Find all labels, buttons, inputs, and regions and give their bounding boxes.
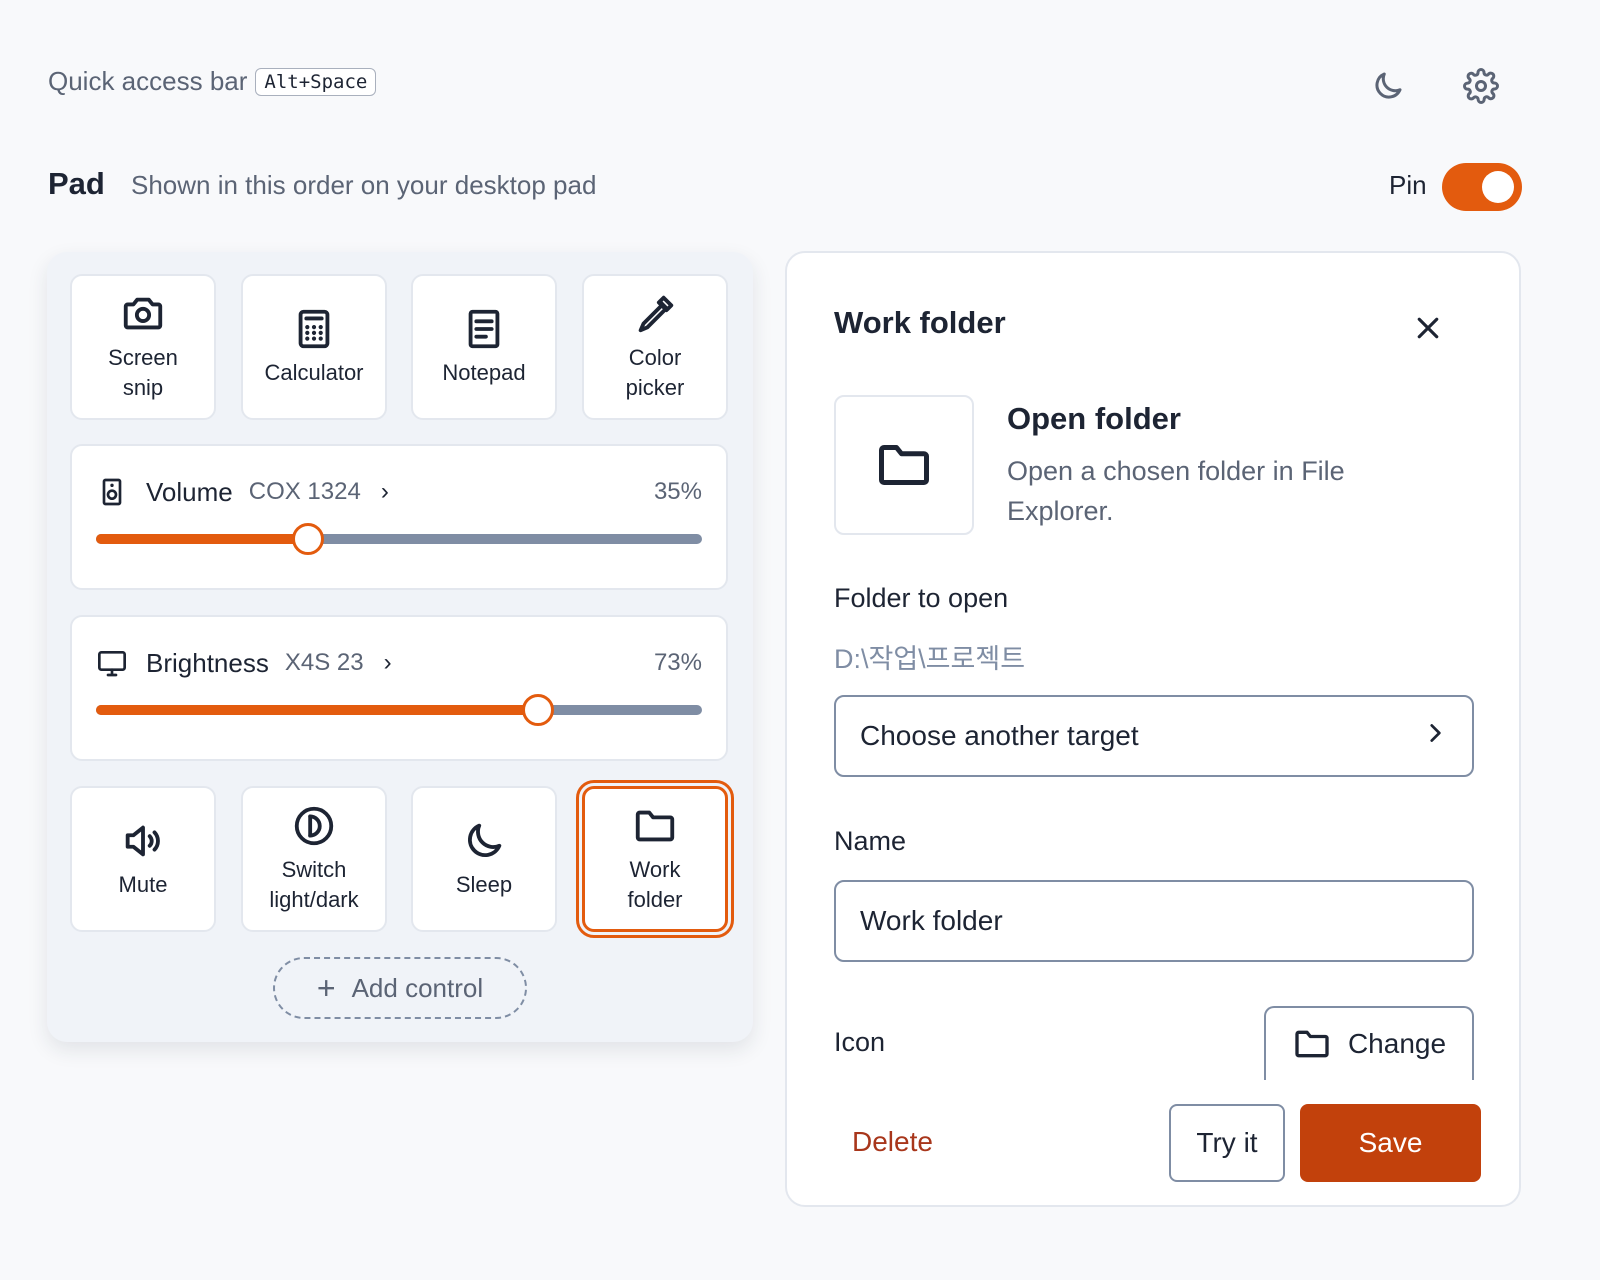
choose-target-button[interactable]: Choose another target bbox=[834, 695, 1474, 777]
gear-icon bbox=[1463, 68, 1499, 104]
brightness-slider-thumb[interactable] bbox=[522, 694, 555, 726]
moon-icon bbox=[1375, 72, 1402, 99]
detail-title: Work folder bbox=[834, 305, 1006, 340]
pin-toggle[interactable] bbox=[1442, 163, 1522, 211]
name-label: Name bbox=[834, 826, 907, 856]
volume-slider-thumb[interactable] bbox=[292, 523, 325, 555]
change-icon-button[interactable]: Change bbox=[1264, 1006, 1474, 1080]
folder-icon bbox=[879, 445, 929, 485]
detail-panel: Work folder Open folder Open a chosen fo… bbox=[785, 251, 1521, 1207]
save-button[interactable]: Save bbox=[1300, 1104, 1481, 1182]
pad-panel: Screen snip Calculator Notepad Color pic… bbox=[47, 252, 753, 1042]
action-title: Open folder bbox=[1007, 401, 1181, 436]
brightness-value: 73% bbox=[653, 649, 702, 676]
tile-sleep[interactable]: Sleep bbox=[411, 786, 557, 932]
change-label: Change bbox=[1347, 1028, 1447, 1059]
tile-label: Sleep bbox=[455, 872, 513, 897]
volume-label: Volume bbox=[146, 476, 233, 507]
close-button[interactable] bbox=[1403, 303, 1453, 353]
eyedropper-icon bbox=[638, 295, 674, 333]
theme-toggle-button[interactable] bbox=[1362, 60, 1414, 112]
brightness-slider-fill bbox=[96, 705, 539, 715]
choose-target-label: Choose another target bbox=[860, 720, 1139, 751]
moon-icon bbox=[468, 823, 502, 857]
monitor-icon bbox=[98, 651, 126, 677]
pad-subtitle: Shown in this order on your desktop pad bbox=[131, 170, 597, 200]
quick-access-label: Quick access bar bbox=[48, 66, 248, 96]
camera-icon bbox=[123, 297, 163, 330]
volume-icon bbox=[125, 825, 160, 857]
pin-label: Pin bbox=[1389, 170, 1427, 200]
volume-slider-fill bbox=[96, 534, 309, 544]
tile-screen-snip[interactable]: Screen snip bbox=[70, 274, 216, 420]
folder-icon bbox=[1295, 1030, 1329, 1058]
close-icon bbox=[1417, 317, 1439, 339]
tile-label: Work folder bbox=[627, 857, 683, 912]
tile-label: Mute bbox=[118, 872, 168, 897]
tile-label: Calculator bbox=[264, 360, 364, 385]
tile-label: Switch light/dark bbox=[269, 857, 359, 912]
try-it-button[interactable]: Try it bbox=[1169, 1104, 1285, 1182]
chevron-right-icon[interactable]: › bbox=[384, 649, 392, 677]
tile-label: Notepad bbox=[442, 360, 526, 385]
plus-icon: + bbox=[316, 970, 336, 1006]
folder-icon bbox=[635, 810, 675, 842]
brightness-card: Brightness X4S 23 › 73% bbox=[70, 615, 728, 761]
volume-slider[interactable] bbox=[96, 523, 702, 555]
brightness-device[interactable]: X4S 23 bbox=[285, 649, 364, 677]
brightness-label: Brightness bbox=[146, 647, 269, 678]
action-description: Open a chosen folder in File Explorer. bbox=[1007, 456, 1345, 526]
action-icon-box bbox=[834, 395, 974, 535]
calculator-icon bbox=[298, 309, 330, 349]
chevron-right-icon bbox=[1422, 720, 1448, 753]
settings-button[interactable] bbox=[1455, 60, 1507, 112]
tile-calculator[interactable]: Calculator bbox=[241, 274, 387, 420]
toggle-knob bbox=[1482, 171, 1514, 203]
volume-card: Volume COX 1324 › 35% bbox=[70, 444, 728, 590]
speaker-icon bbox=[102, 478, 122, 506]
tile-label: Color picker bbox=[625, 345, 685, 400]
icon-label: Icon bbox=[834, 1027, 886, 1057]
notepad-icon bbox=[468, 309, 500, 349]
tile-work-folder[interactable]: Work folder bbox=[576, 780, 734, 938]
volume-device[interactable]: COX 1324 bbox=[249, 478, 361, 506]
shortcut-badge: Alt+Space bbox=[255, 67, 377, 96]
tile-label: Screen snip bbox=[108, 345, 178, 400]
tile-mute[interactable]: Mute bbox=[70, 786, 216, 932]
name-input[interactable]: Work folder bbox=[834, 880, 1474, 962]
delete-button[interactable]: Delete bbox=[852, 1126, 933, 1158]
brightness-slider[interactable] bbox=[96, 694, 702, 726]
folder-to-open-label: Folder to open bbox=[834, 583, 1009, 613]
add-control-label: Add control bbox=[351, 972, 484, 1003]
pad-title: Pad bbox=[48, 166, 105, 201]
tile-color-picker[interactable]: Color picker bbox=[582, 274, 728, 420]
add-control-button[interactable]: + Add control bbox=[273, 957, 527, 1019]
quick-access-bar-title: Quick access bar Alt+Space bbox=[48, 66, 377, 97]
folder-path: D:\작업\프로젝트 bbox=[834, 644, 1026, 674]
volume-value: 35% bbox=[653, 478, 702, 505]
tile-switch-light-dark[interactable]: Switch light/dark bbox=[241, 786, 387, 932]
chevron-right-icon[interactable]: › bbox=[381, 478, 389, 506]
name-input-value: Work folder bbox=[860, 905, 1003, 936]
contrast-icon bbox=[294, 806, 334, 846]
tile-notepad[interactable]: Notepad bbox=[411, 274, 557, 420]
